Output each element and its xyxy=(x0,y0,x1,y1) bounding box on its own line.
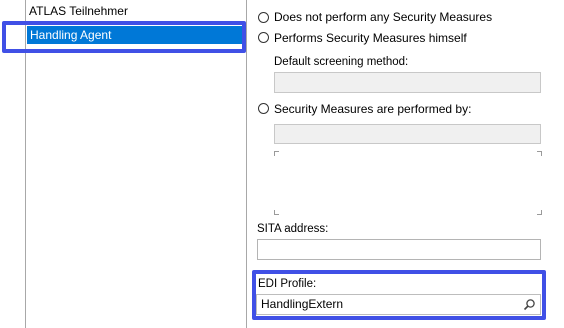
screening-method-label: Default screening method: xyxy=(274,56,409,68)
highlight-box-edi-profile xyxy=(252,270,546,320)
area-corner-bottom-right xyxy=(537,210,542,215)
list-item-atlas-teilnehmer[interactable]: ATLAS Teilnehmer xyxy=(28,4,239,16)
radio-performed-by-label: Security Measures are performed by: xyxy=(274,102,472,116)
radio-no-security-measures[interactable] xyxy=(258,12,269,23)
sita-address-input[interactable] xyxy=(257,239,541,260)
performed-by-field xyxy=(274,124,541,144)
radio-performed-by[interactable] xyxy=(258,103,269,114)
radio-performs-himself[interactable] xyxy=(258,32,269,43)
radio-no-security-measures-label: Does not perform any Security Measures xyxy=(274,10,493,24)
screening-method-field xyxy=(274,72,541,93)
radio-performs-himself-label: Performs Security Measures himself xyxy=(274,31,467,45)
area-corner-top-right xyxy=(537,151,542,156)
highlight-box-list-selection xyxy=(2,21,246,53)
area-corner-top-left xyxy=(274,151,279,156)
area-corner-bottom-left xyxy=(274,210,279,215)
sita-address-label: SITA address: xyxy=(257,223,329,235)
